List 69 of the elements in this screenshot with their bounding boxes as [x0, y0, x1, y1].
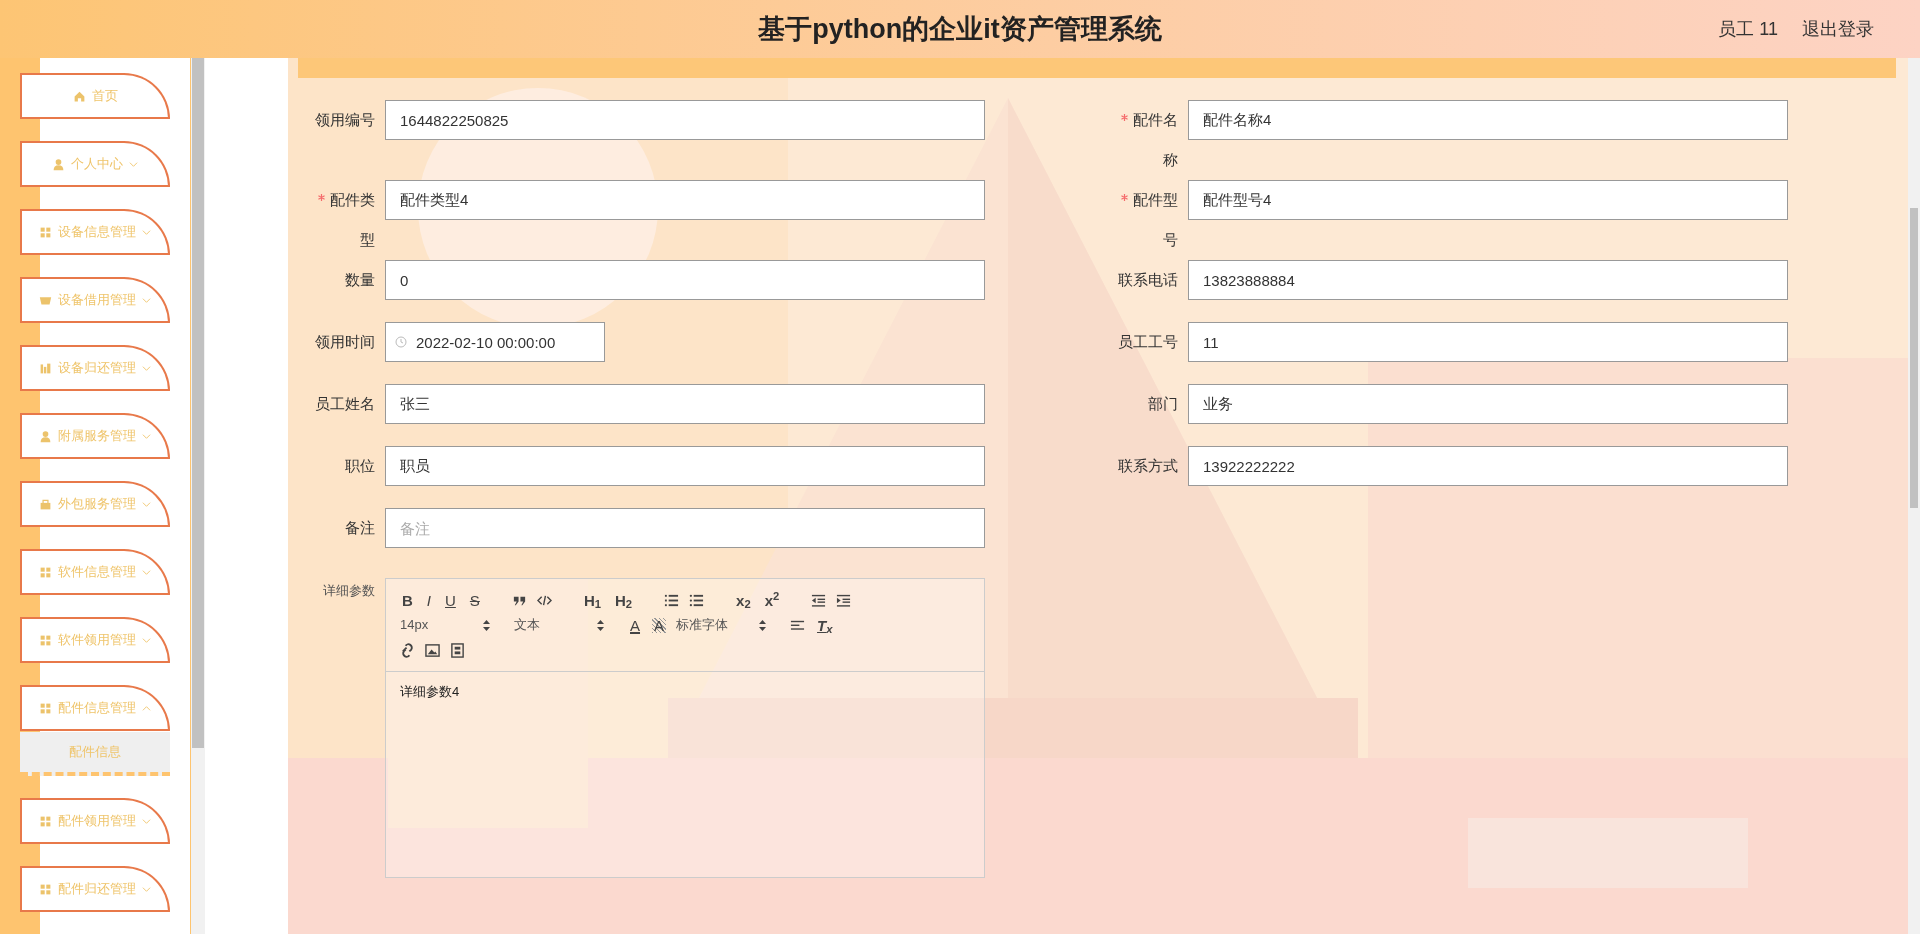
sort-icon — [483, 619, 490, 631]
format-button[interactable]: H$_{2}$ — [613, 592, 635, 608]
link-icon[interactable] — [400, 642, 415, 658]
field-label: 员工工号 — [1117, 332, 1178, 352]
field-label: 联系方式 — [1117, 456, 1178, 476]
format-button[interactable]: A — [652, 617, 667, 633]
field-label: 配件名称 — [1132, 110, 1178, 170]
toolbar-select[interactable]: 14px — [400, 615, 490, 635]
bar-chart-icon — [39, 361, 52, 375]
grid-icon — [39, 225, 52, 239]
sort-icon — [597, 619, 604, 631]
format-button[interactable]: T$_{x}$ — [815, 617, 835, 633]
format-button[interactable]: x$^{2}$ — [762, 592, 782, 608]
scrollbar[interactable] — [191, 58, 205, 934]
format-button[interactable]: U — [443, 592, 458, 608]
date-field[interactable]: 2022-02-10 00:00:00 — [385, 322, 605, 362]
field-label: 配件类型 — [329, 190, 375, 250]
grid-icon — [39, 882, 52, 896]
format-button[interactable]: H$_{1}$ — [581, 592, 603, 608]
rich-text-editor[interactable]: B I U S H$_{1}$ H$_{2}$ x$_{2}$ x$^{2}$ 14px 文本 A A 标准字体 T$_{x}$ 详细参数4 — [385, 578, 985, 878]
bullet-list-icon[interactable] — [689, 592, 705, 608]
field-label: 部门 — [1147, 394, 1178, 414]
user-name: 员工 11 — [1718, 17, 1778, 41]
home-icon — [72, 89, 86, 103]
input-field[interactable]: 0 — [385, 260, 985, 300]
indent-icon[interactable] — [836, 592, 852, 608]
input-field[interactable]: 配件类型4 — [385, 180, 985, 220]
grid-icon — [39, 565, 52, 579]
field-label: 领用时间 — [314, 332, 375, 352]
field-label: 职位 — [344, 456, 375, 476]
field-label: 员工姓名 — [314, 394, 375, 414]
format-button[interactable]: S — [467, 592, 482, 608]
input-field[interactable]: 1644822250825 — [385, 100, 985, 140]
clock-icon — [395, 336, 407, 348]
input-field[interactable]: 13922222222 — [1188, 446, 1788, 486]
numbered-list-icon[interactable] — [664, 592, 680, 608]
outdent-icon[interactable] — [811, 592, 827, 608]
logout-link[interactable]: 退出登录 — [1802, 15, 1874, 43]
image-icon[interactable] — [425, 642, 440, 658]
input-field[interactable]: 张三 — [385, 384, 985, 424]
sort-icon — [759, 619, 767, 631]
field-label: 联系电话 — [1117, 270, 1178, 290]
input-field[interactable]: 业务 — [1188, 384, 1788, 424]
grid-icon — [39, 701, 52, 715]
toolbar-select[interactable]: 文本 — [514, 615, 604, 635]
field-label: 领用编号 — [314, 110, 375, 130]
input-field[interactable]: 13823888884 — [1188, 260, 1788, 300]
format-button[interactable]: A — [628, 617, 642, 633]
person-icon — [39, 429, 52, 443]
input-field[interactable]: 配件型号4 — [1188, 180, 1788, 220]
editor-content[interactable]: 详细参数4 — [386, 672, 984, 712]
field-label: 数量 — [344, 270, 375, 290]
field-label: 配件型号 — [1132, 190, 1178, 250]
grid-icon — [39, 814, 52, 828]
format-button[interactable]: B — [400, 592, 415, 608]
scrollbar[interactable] — [1908, 58, 1920, 934]
format-button[interactable]: x$_{2}$ — [734, 592, 753, 608]
input-field[interactable]: 职员 — [385, 446, 985, 486]
field-label: 备注 — [344, 518, 375, 538]
app-title: 基于python的企业it资产管理系统 — [758, 13, 1162, 44]
briefcase-icon — [39, 497, 52, 511]
toolbar-select[interactable]: 标准字体 — [676, 615, 767, 635]
input-field[interactable]: 备注 — [385, 508, 985, 548]
grid-icon — [39, 633, 52, 647]
format-button[interactable]: I — [424, 592, 433, 608]
person-icon — [52, 157, 65, 171]
field-label: 详细参数 — [323, 583, 375, 598]
input-field[interactable]: 11 — [1188, 322, 1788, 362]
input-field[interactable]: 配件名称4 — [1188, 100, 1788, 140]
